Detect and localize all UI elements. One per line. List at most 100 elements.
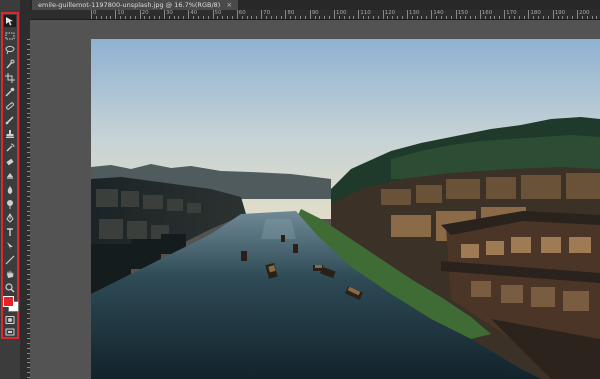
ruler-tick [421, 16, 423, 19]
ruler-label: 130 [408, 10, 420, 16]
ruler-tick [27, 53, 30, 55]
ruler-tick [27, 151, 30, 153]
ruler-tick [27, 63, 30, 65]
healing-brush-tool-icon[interactable] [4, 100, 16, 112]
ruler-tick [217, 16, 219, 19]
ruler-tick [173, 16, 175, 19]
ruler-left[interactable] [20, 20, 30, 379]
foreground-color-swatch[interactable] [3, 296, 14, 307]
ruler-tick [314, 16, 316, 19]
dodge-tool-icon[interactable] [4, 198, 16, 210]
ruler-tick [295, 16, 297, 19]
ruler-tick [513, 16, 515, 19]
ruler-tick [455, 10, 457, 19]
ruler-tick [27, 220, 30, 222]
ruler-tick [27, 274, 30, 276]
ruler-tick [27, 279, 30, 281]
ruler-tick [27, 362, 30, 364]
ruler-label: 110 [360, 10, 371, 16]
ruler-tick [363, 16, 365, 19]
ruler-top[interactable]: 0 10 20 30 40 50 60 70 80 90 100 110 120 130 140 150 160… [30, 10, 600, 20]
ruler-tick [27, 235, 30, 236]
lasso-tool-icon[interactable] [4, 44, 16, 56]
ruler-tick [285, 10, 287, 19]
ruler-label: 160 [481, 10, 493, 16]
ruler-tick [95, 16, 97, 19]
ruler-tick [27, 73, 30, 75]
marquee-tool-icon[interactable] [4, 30, 16, 42]
pen-tool-icon[interactable] [4, 212, 16, 224]
ruler-tick [27, 288, 30, 290]
ruler-tick [100, 16, 102, 19]
ruler-tick [27, 97, 30, 99]
ruler-tick [27, 333, 30, 334]
ruler-tick [115, 10, 117, 19]
ruler-tick [27, 313, 30, 315]
ruler-tick [372, 16, 374, 19]
screen-mode-icon[interactable] [4, 326, 16, 338]
ruler-tick [387, 16, 389, 19]
ruler-tick [125, 16, 127, 19]
type-tool-icon[interactable] [4, 226, 16, 238]
ruler-tick [27, 48, 30, 50]
ruler-tick [231, 16, 233, 19]
quick-mask-icon[interactable] [4, 314, 16, 326]
ruler-tick [27, 293, 30, 295]
ruler-tick [27, 205, 30, 207]
ruler-tick [27, 190, 30, 192]
eyedropper-tool-icon[interactable] [4, 86, 16, 98]
ruler-tick [159, 16, 161, 19]
ruler-tick [27, 156, 30, 158]
ruler-tick [319, 16, 321, 19]
ruler-tick [246, 16, 248, 19]
ruler-tick [27, 68, 30, 70]
ruler-tick [586, 16, 588, 19]
quick-select-tool-icon[interactable] [4, 58, 16, 70]
ruler-label: 140 [433, 10, 444, 16]
ruler-tick [27, 269, 30, 271]
document-canvas[interactable] [91, 39, 600, 379]
ruler-tick [329, 16, 331, 19]
eraser-tool-icon[interactable] [4, 156, 16, 168]
ruler-tick [183, 16, 185, 19]
ruler-tick [27, 137, 30, 138]
ruler-tick [27, 127, 30, 129]
move-tool-icon[interactable] [4, 15, 16, 27]
brush-tool-icon[interactable] [4, 114, 16, 126]
ruler-tick [27, 43, 30, 45]
ruler-tick [431, 10, 433, 19]
ruler-tick [484, 16, 486, 19]
ruler-tick [27, 102, 30, 104]
ruler-tick [508, 16, 510, 19]
ruler-tick [406, 10, 408, 19]
ruler-tick [27, 244, 30, 246]
gradient-tool-icon[interactable] [4, 170, 16, 182]
clone-stamp-tool-icon[interactable] [4, 128, 16, 140]
ruler-tick [445, 16, 447, 19]
close-icon[interactable]: × [226, 1, 232, 9]
ruler-tick [27, 166, 30, 168]
history-brush-tool-icon[interactable] [4, 142, 16, 154]
path-select-tool-icon[interactable] [4, 240, 16, 252]
ruler-tick [163, 10, 165, 19]
blur-tool-icon[interactable] [4, 184, 16, 196]
crop-tool-icon[interactable] [4, 72, 16, 84]
ruler-tick [27, 176, 30, 178]
ruler-tick [338, 16, 340, 19]
ruler-tick [168, 16, 170, 19]
zoom-tool-icon[interactable] [4, 282, 16, 294]
ruler-tick [397, 16, 399, 19]
ruler-tick [27, 249, 30, 251]
ruler-tick [552, 10, 554, 19]
ruler-tick [120, 16, 122, 19]
ruler-tick [557, 16, 559, 19]
ruler-tick [27, 112, 30, 114]
ruler-tick [236, 10, 238, 19]
hand-tool-icon[interactable] [4, 268, 16, 280]
ruler-tick [353, 16, 355, 19]
ruler-label: 150 [457, 10, 469, 16]
ruler-tick [241, 16, 243, 19]
line-tool-icon[interactable] [4, 254, 16, 266]
document-tab[interactable]: emile-guillemot-1197800-unsplash.jpg @ 1… [32, 0, 239, 10]
ruler-tick [572, 16, 574, 19]
